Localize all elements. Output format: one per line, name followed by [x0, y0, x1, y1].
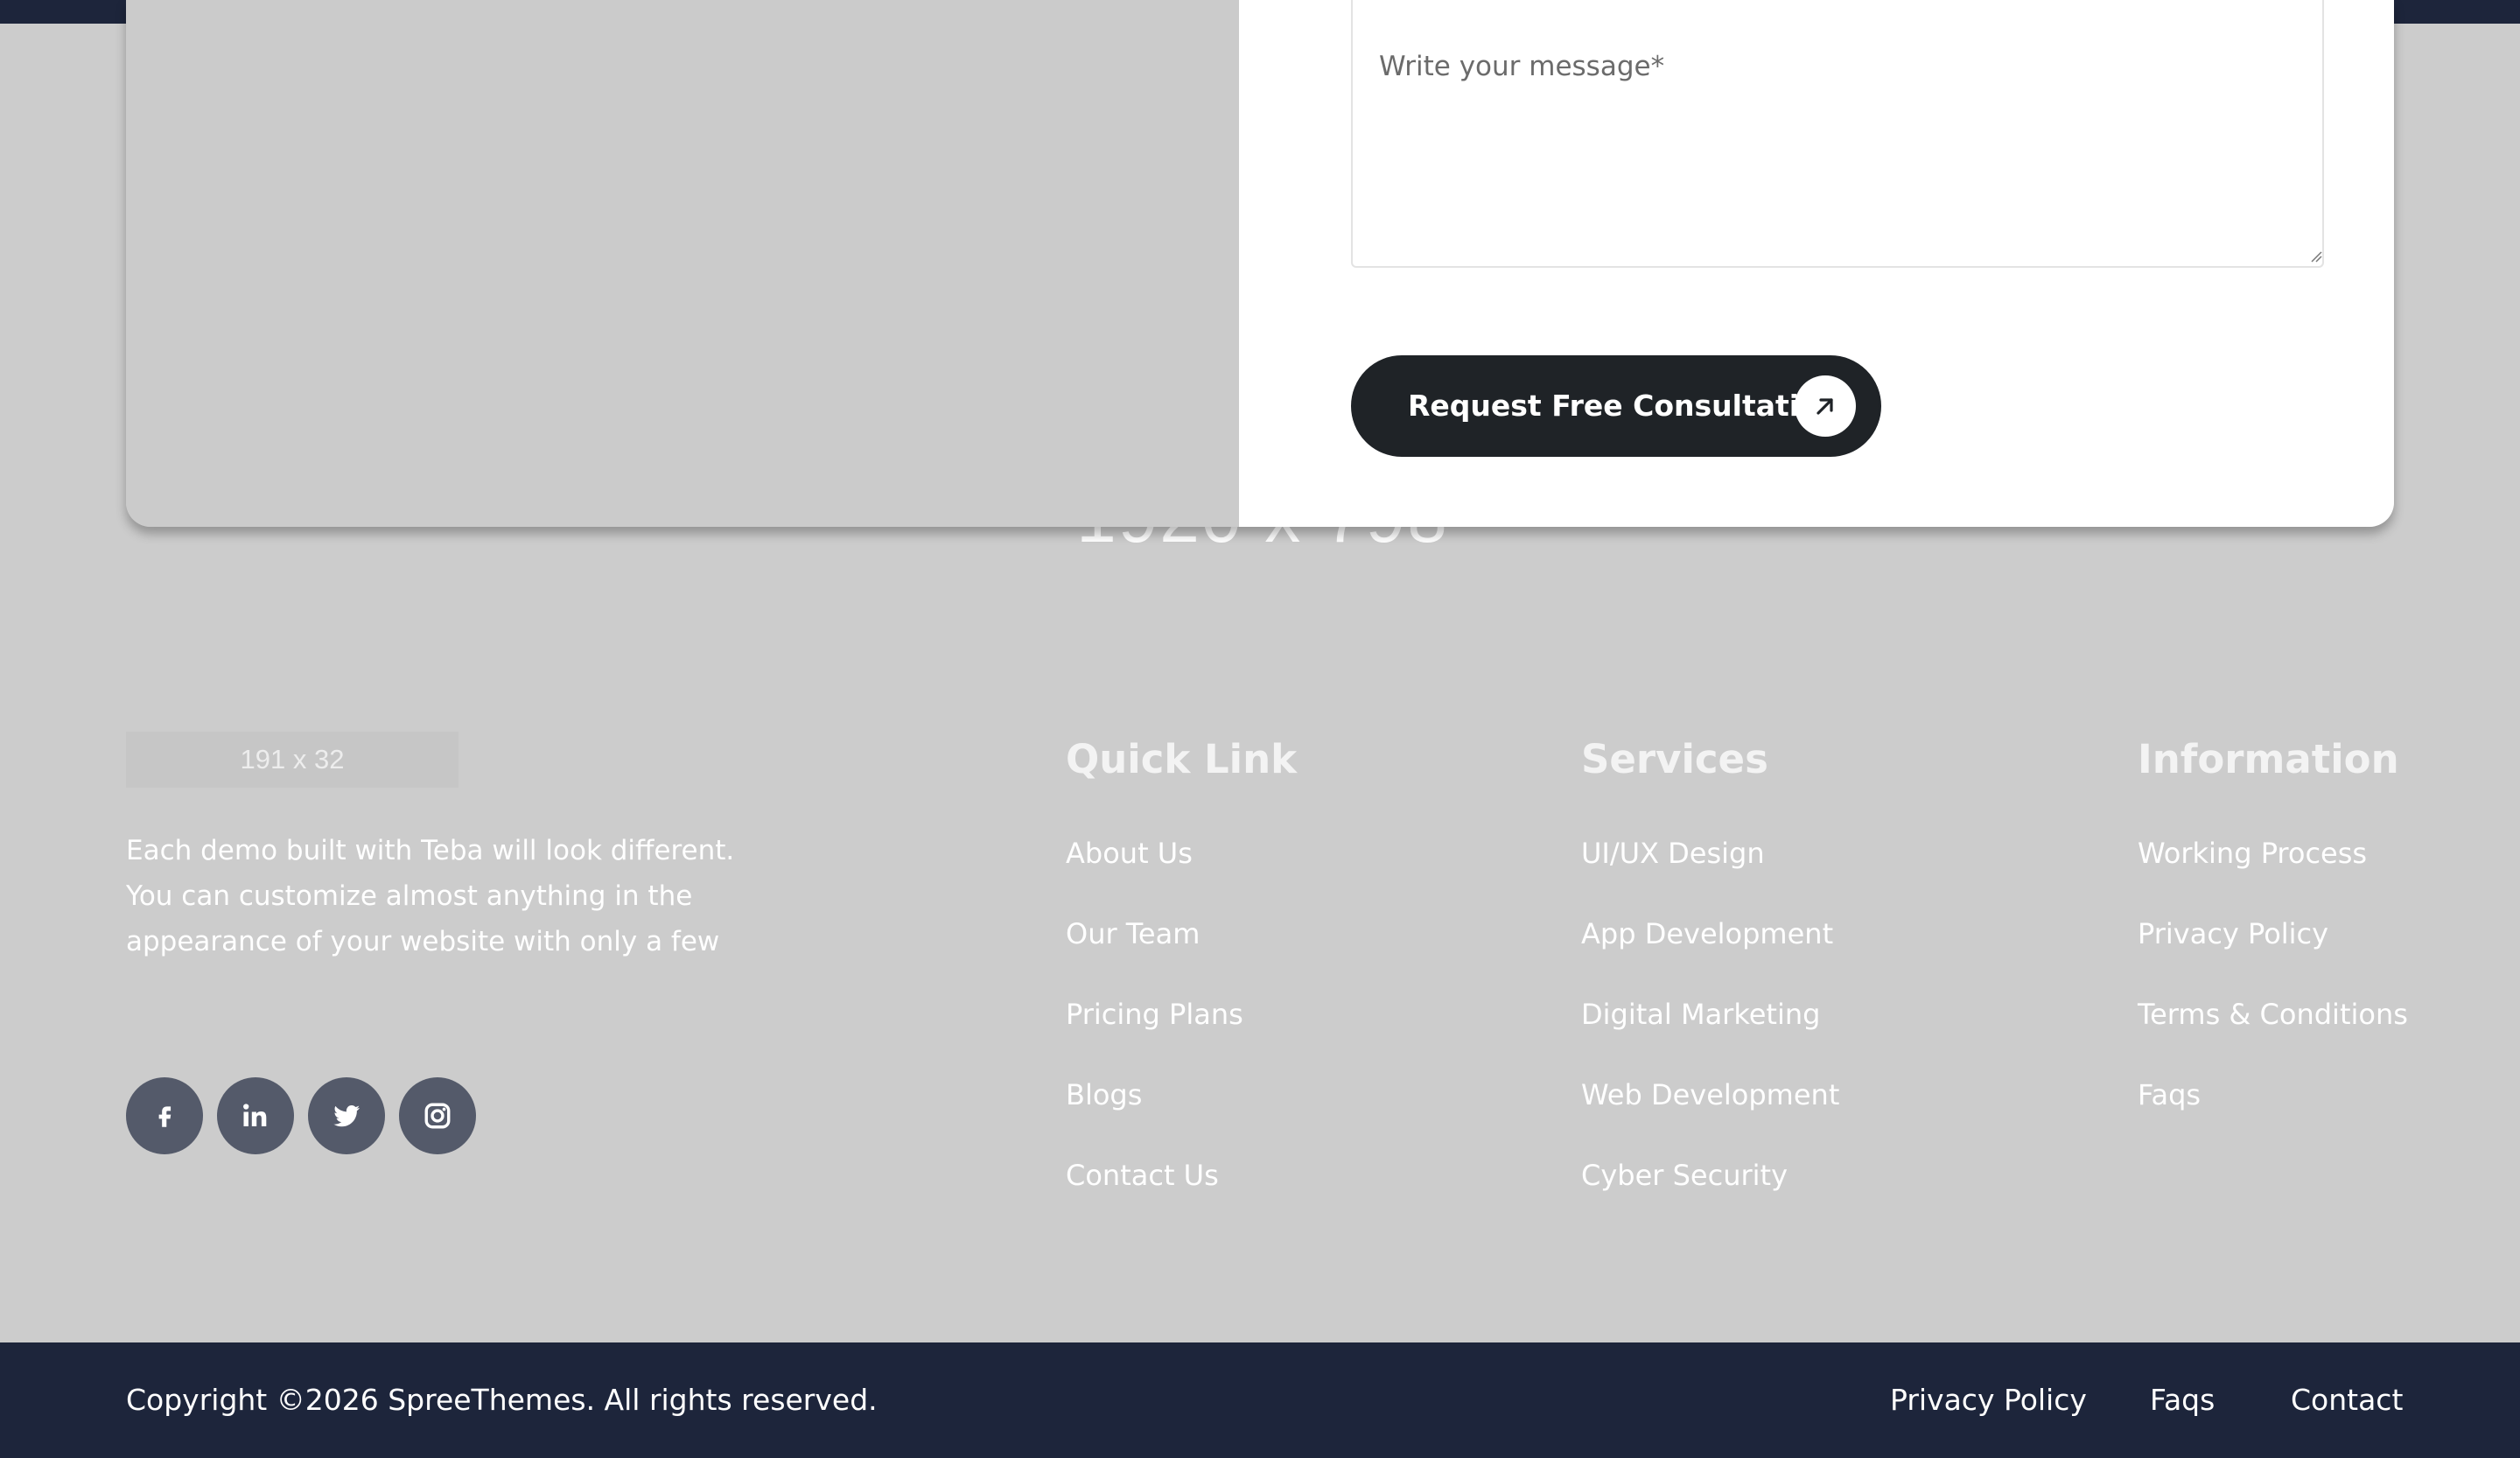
footer-link-privacy-policy[interactable]: Privacy Policy: [2138, 915, 2328, 953]
footer-link-blogs[interactable]: Blogs: [1066, 1076, 1142, 1114]
linkedin-link[interactable]: [217, 1077, 294, 1154]
footer-column-title: Quick Link: [1066, 736, 1298, 782]
footer-link-faqs[interactable]: Faqs: [2138, 1076, 2201, 1114]
footer-link-our-team[interactable]: Our Team: [1066, 915, 1200, 953]
request-consultation-label: Request Free Consultation: [1408, 389, 1840, 423]
instagram-icon: [424, 1103, 451, 1129]
contact-card: Request Free Consultation: [126, 0, 2394, 527]
contact-card-image-placeholder: [126, 0, 1239, 527]
linkedin-icon: [243, 1104, 267, 1126]
arrow-up-right-icon: [1795, 375, 1856, 437]
bottom-link-faqs[interactable]: Faqs: [2150, 1381, 2215, 1419]
footer-link-digital-marketing[interactable]: Digital Marketing: [1581, 995, 1820, 1034]
footer-link-about-us[interactable]: About Us: [1066, 834, 1193, 873]
footer-link-contact-us[interactable]: Contact Us: [1066, 1156, 1219, 1195]
copyright-text: Copyright ©2026 SpreeThemes. All rights …: [126, 1383, 878, 1417]
footer-column-title: Services: [1581, 736, 1768, 782]
twitter-icon: [333, 1105, 360, 1127]
footer-link-cyber-security[interactable]: Cyber Security: [1581, 1156, 1788, 1195]
footer-link-web-development[interactable]: Web Development: [1581, 1076, 1839, 1114]
resize-handle-icon[interactable]: [2310, 250, 2322, 263]
twitter-link[interactable]: [308, 1077, 385, 1154]
request-consultation-button[interactable]: Request Free Consultation: [1351, 355, 1881, 457]
facebook-icon: [158, 1106, 172, 1127]
footer-link-pricing-plans[interactable]: Pricing Plans: [1066, 995, 1243, 1034]
footer-about-text: Each demo built with Teba will look diff…: [126, 835, 735, 957]
page: 1920 x 798 Request Free Consultation 191…: [0, 0, 2520, 1458]
bottom-link-contact[interactable]: Contact: [2291, 1381, 2403, 1419]
bottom-link-privacy-policy[interactable]: Privacy Policy: [1890, 1381, 2087, 1419]
facebook-link[interactable]: [126, 1077, 203, 1154]
footer-link-ui-ux-design[interactable]: UI/UX Design: [1581, 834, 1765, 873]
footer-link-terms-conditions[interactable]: Terms & Conditions: [2138, 995, 2408, 1034]
footer-column-title: Information: [2138, 736, 2399, 782]
footer-bottom-bar: Copyright ©2026 SpreeThemes. All rights …: [0, 1342, 2520, 1458]
footer-logo-placeholder[interactable]: 191 x 32: [126, 732, 458, 788]
instagram-link[interactable]: [399, 1077, 476, 1154]
message-textarea[interactable]: [1351, 0, 2324, 268]
footer-link-app-development[interactable]: App Development: [1581, 915, 1833, 953]
contact-form: Request Free Consultation: [1239, 0, 2394, 527]
footer-link-working-process[interactable]: Working Process: [2138, 834, 2367, 873]
